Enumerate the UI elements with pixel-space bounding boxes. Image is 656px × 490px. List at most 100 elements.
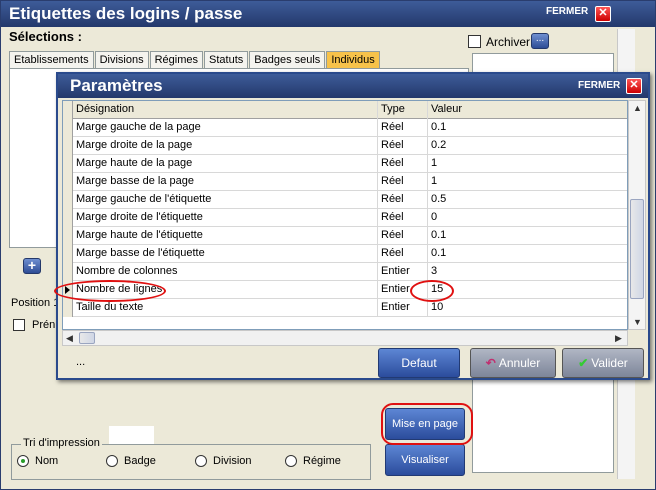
row-selector[interactable] — [63, 263, 73, 281]
cell-designation: Marge basse de l'étiquette — [73, 245, 378, 263]
row-selector[interactable] — [63, 209, 73, 227]
row-selector[interactable] — [63, 137, 73, 155]
selections-label: Sélections : — [9, 29, 82, 44]
archiver-checkbox[interactable] — [468, 35, 481, 48]
grid-vertical-scrollbar[interactable]: ▲ ▼ — [628, 100, 646, 330]
vertical-scroll-thumb[interactable] — [630, 199, 644, 299]
cell-type: Entier — [378, 263, 428, 281]
radio-regime-label: Régime — [303, 455, 341, 467]
window-title: Etiquettes des logins / passe — [9, 4, 243, 23]
table-row[interactable]: Marge haute de l'étiquette Réel 0.1 — [63, 227, 627, 245]
cell-valeur[interactable]: 0 — [428, 209, 627, 227]
table-row[interactable]: Marge basse de la page Réel 1 — [63, 173, 627, 191]
radio-badge-label: Badge — [124, 455, 156, 467]
row-selector[interactable] — [63, 155, 73, 173]
cell-valeur[interactable]: 1 — [428, 155, 627, 173]
table-row[interactable]: Marge gauche de la page Réel 0.1 — [63, 119, 627, 137]
cell-valeur[interactable]: 3 — [428, 263, 627, 281]
cell-designation: Marge droite de la page — [73, 137, 378, 155]
radio-division[interactable] — [195, 455, 207, 467]
row-selector[interactable] — [63, 245, 73, 263]
radio-nom-label: Nom — [35, 455, 59, 467]
table-row[interactable]: Taille du texte Entier 10 — [63, 299, 627, 317]
row-selector[interactable] — [63, 227, 73, 245]
cell-type: Entier — [378, 299, 428, 317]
main-titlebar: Etiquettes des logins / passe FERMER ✕ — [1, 1, 655, 27]
horizontal-scroll-thumb[interactable] — [79, 332, 95, 344]
row-selector[interactable] — [63, 299, 73, 317]
header-type[interactable]: Type — [378, 101, 428, 119]
cell-designation: Marge basse de la page — [73, 173, 378, 191]
grid-horizontal-scrollbar[interactable]: ◀ ▶ — [62, 330, 628, 346]
scroll-left-icon[interactable]: ◀ — [66, 333, 73, 344]
dialog-close-icon[interactable]: ✕ — [626, 78, 642, 94]
parameters-grid: Désignation Type Valeur Marge gauche de … — [62, 100, 628, 330]
cell-valeur[interactable]: 0.2 — [428, 137, 627, 155]
table-row[interactable]: Marge haute de la page Réel 1 — [63, 155, 627, 173]
table-row[interactable]: Marge gauche de l'étiquette Réel 0.5 — [63, 191, 627, 209]
scroll-down-icon[interactable]: ▼ — [633, 317, 642, 327]
row-selector[interactable] — [63, 191, 73, 209]
header-valeur[interactable]: Valeur — [428, 101, 627, 119]
undo-icon: ↶ — [485, 356, 496, 370]
position-label: Position 1 — [11, 297, 60, 309]
close-icon[interactable]: ✕ — [595, 6, 611, 22]
dialog-titlebar: Paramètres FERMER ✕ — [58, 74, 648, 98]
table-row[interactable]: Marge droite de l'étiquette Réel 0 — [63, 209, 627, 227]
tab-statuts[interactable]: Statuts — [204, 51, 249, 69]
cell-designation: Nombre de colonnes — [73, 263, 378, 281]
add-button[interactable]: + — [23, 258, 41, 274]
cell-valeur[interactable]: 0.1 — [428, 227, 627, 245]
pren-checkbox[interactable] — [13, 319, 25, 331]
annuler-button[interactable]: ↶ Annuler — [470, 348, 556, 378]
cell-valeur[interactable]: 1 — [428, 173, 627, 191]
cell-valeur[interactable]: 10 — [428, 299, 627, 317]
cell-designation: Marge gauche de la page — [73, 119, 378, 137]
cell-valeur[interactable]: 15 — [428, 281, 627, 299]
header-designation[interactable]: Désignation — [73, 101, 378, 119]
scroll-right-icon[interactable]: ▶ — [615, 333, 622, 344]
pren-label: Prén — [32, 319, 56, 331]
annuler-label: Annuler — [498, 356, 541, 370]
close-label[interactable]: FERMER — [546, 6, 588, 17]
tri-title: Tri d'impression — [21, 437, 102, 449]
cell-type: Réel — [378, 137, 428, 155]
cell-designation: Marge haute de l'étiquette — [73, 227, 378, 245]
scroll-up-icon[interactable]: ▲ — [633, 103, 642, 113]
cell-type: Réel — [378, 191, 428, 209]
tab-badges-seuls[interactable]: Badges seuls — [249, 51, 326, 69]
valider-button[interactable]: ✔ Valider — [562, 348, 644, 378]
table-row[interactable]: Nombre de colonnes Entier 3 — [63, 263, 627, 281]
tab-etablissements[interactable]: Etablissements — [9, 51, 94, 69]
mise-en-page-button[interactable]: Mise en page — [385, 408, 465, 440]
visualiser-button[interactable]: Visualiser — [385, 444, 465, 476]
cell-valeur[interactable]: 0.5 — [428, 191, 627, 209]
row-selector[interactable] — [63, 173, 73, 191]
cell-designation: Marge droite de l'étiquette — [73, 209, 378, 227]
cell-type: Réel — [378, 119, 428, 137]
tab-divisions[interactable]: Divisions — [94, 51, 149, 69]
row-selector[interactable] — [63, 281, 73, 299]
archiver-browse-button[interactable]: ... — [531, 33, 549, 49]
tab-regimes[interactable]: Régimes — [149, 51, 204, 69]
cell-type: Réel — [378, 245, 428, 263]
tab-individus[interactable]: Individus — [326, 51, 380, 69]
dialog-close-label[interactable]: FERMER — [578, 80, 620, 91]
table-row[interactable]: Marge basse de l'étiquette Réel 0.1 — [63, 245, 627, 263]
table-row[interactable]: Marge droite de la page Réel 0.2 — [63, 137, 627, 155]
header-selector — [63, 101, 73, 119]
cell-valeur[interactable]: 0.1 — [428, 119, 627, 137]
footer-text: ... — [76, 356, 86, 368]
radio-badge[interactable] — [106, 455, 118, 467]
blank-field — [109, 426, 154, 444]
grid-header: Désignation Type Valeur — [63, 101, 627, 119]
cell-valeur[interactable]: 0.1 — [428, 245, 627, 263]
cell-designation: Taille du texte — [73, 299, 378, 317]
cell-type: Réel — [378, 227, 428, 245]
table-row[interactable]: Nombre de lignes Entier 15 — [63, 281, 627, 299]
radio-regime[interactable] — [285, 455, 297, 467]
selection-tabs: Etablissements Divisions Régimes Statuts… — [9, 51, 381, 69]
row-selector[interactable] — [63, 119, 73, 137]
defaut-button[interactable]: Defaut — [378, 348, 460, 378]
radio-nom[interactable] — [17, 455, 29, 467]
